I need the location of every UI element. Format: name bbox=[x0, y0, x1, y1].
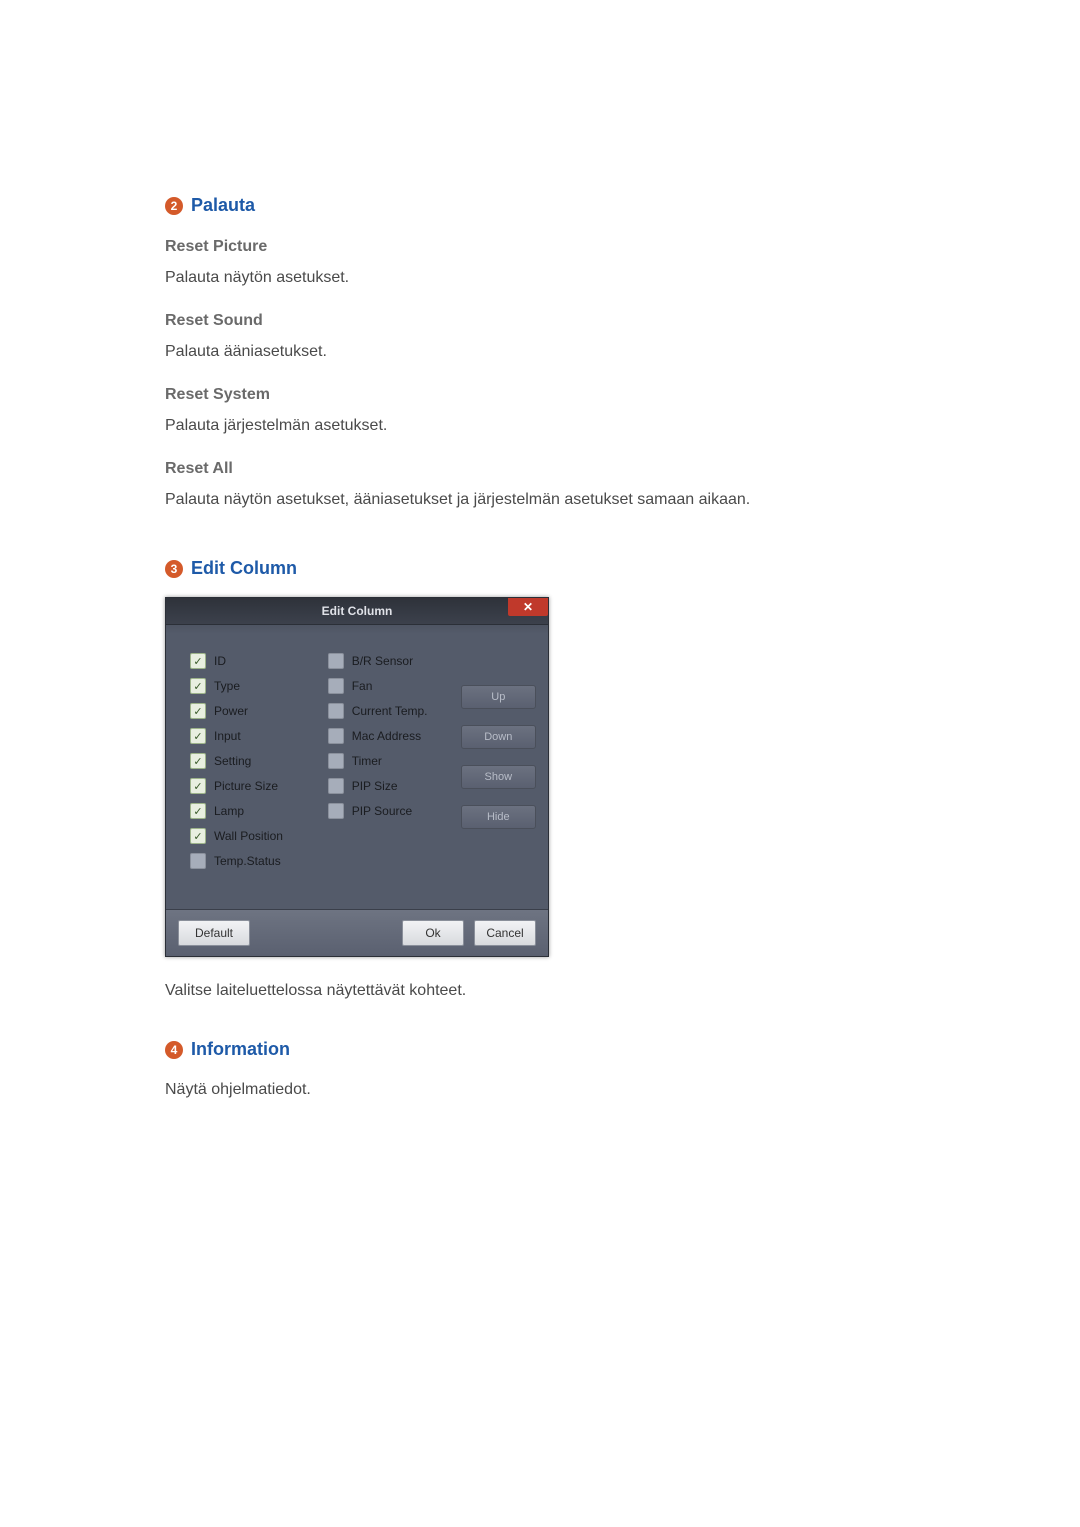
checkbox-icon[interactable]: ✓ bbox=[190, 753, 206, 769]
badge-icon: 3 bbox=[165, 560, 183, 578]
checkbox-label: Mac Address bbox=[352, 729, 421, 743]
cancel-button[interactable]: Cancel bbox=[474, 920, 536, 946]
checkbox-label: Temp.Status bbox=[214, 854, 281, 868]
dialog-title: Edit Column bbox=[322, 604, 393, 618]
up-button[interactable]: Up bbox=[461, 685, 536, 709]
section-title: Edit Column bbox=[191, 558, 297, 579]
checkbox-row[interactable]: ✓ ID bbox=[190, 653, 316, 669]
section-title: Information bbox=[191, 1039, 290, 1060]
checkbox-icon[interactable] bbox=[328, 678, 344, 694]
checkbox-label: Lamp bbox=[214, 804, 244, 818]
checkbox-label: Type bbox=[214, 679, 240, 693]
checkbox-row[interactable]: PIP Source bbox=[328, 803, 449, 819]
checkbox-row[interactable]: ✓ Lamp bbox=[190, 803, 316, 819]
down-button[interactable]: Down bbox=[461, 725, 536, 749]
checkbox-row[interactable]: ✓ Power bbox=[190, 703, 316, 719]
body-text: Palauta järjestelmän asetukset. bbox=[165, 414, 920, 438]
checkbox-icon[interactable] bbox=[328, 753, 344, 769]
checkbox-icon[interactable]: ✓ bbox=[190, 803, 206, 819]
checkbox-row[interactable]: Current Temp. bbox=[328, 703, 449, 719]
sub-heading: Reset All bbox=[165, 460, 920, 478]
column-mid: B/R Sensor Fan Current Temp. Mac Address Tim… bbox=[328, 653, 449, 869]
column-left: ✓ ID ✓ Type ✓ Power ✓ Input ✓ Setting ✓ Picture Siz… bbox=[190, 653, 316, 869]
checkbox-row[interactable]: PIP Size bbox=[328, 778, 449, 794]
checkbox-label: Picture Size bbox=[214, 779, 278, 793]
ok-button[interactable]: Ok bbox=[402, 920, 464, 946]
checkbox-row[interactable]: ✓ Input bbox=[190, 728, 316, 744]
checkbox-icon[interactable] bbox=[190, 853, 206, 869]
section-heading-edit-column: 3 Edit Column bbox=[165, 558, 920, 579]
checkbox-icon[interactable] bbox=[328, 703, 344, 719]
checkbox-icon[interactable]: ✓ bbox=[190, 778, 206, 794]
column-right: Up Down Show Hide bbox=[461, 653, 536, 869]
hide-button[interactable]: Hide bbox=[461, 805, 536, 829]
checkbox-icon[interactable]: ✓ bbox=[190, 703, 206, 719]
checkbox-row[interactable]: Fan bbox=[328, 678, 449, 694]
checkbox-label: B/R Sensor bbox=[352, 654, 413, 668]
sub-heading: Reset System bbox=[165, 386, 920, 404]
checkbox-row[interactable]: Temp.Status bbox=[190, 853, 316, 869]
checkbox-label: PIP Size bbox=[352, 779, 398, 793]
default-button[interactable]: Default bbox=[178, 920, 250, 946]
dialog-titlebar: Edit Column ✕ bbox=[166, 598, 548, 625]
section-title: Palauta bbox=[191, 195, 255, 216]
dialog-body: ✓ ID ✓ Type ✓ Power ✓ Input ✓ Setting ✓ Picture Siz… bbox=[166, 625, 548, 909]
checkbox-label: Input bbox=[214, 729, 241, 743]
checkbox-label: ID bbox=[214, 654, 226, 668]
close-icon: ✕ bbox=[523, 600, 533, 614]
checkbox-row[interactable]: ✓ Setting bbox=[190, 753, 316, 769]
checkbox-label: Current Temp. bbox=[352, 704, 428, 718]
checkbox-label: Power bbox=[214, 704, 248, 718]
checkbox-row[interactable]: ✓ Type bbox=[190, 678, 316, 694]
checkbox-icon[interactable] bbox=[328, 778, 344, 794]
checkbox-label: Wall Position bbox=[214, 829, 283, 843]
body-text: Palauta näytön asetukset. bbox=[165, 266, 920, 290]
checkbox-icon[interactable]: ✓ bbox=[190, 828, 206, 844]
edit-column-dialog: Edit Column ✕ ✓ ID ✓ Type ✓ Power ✓ Input ✓ Setti… bbox=[165, 597, 549, 957]
checkbox-row[interactable]: B/R Sensor bbox=[328, 653, 449, 669]
checkbox-label: Timer bbox=[352, 754, 382, 768]
checkbox-row[interactable]: Timer bbox=[328, 753, 449, 769]
body-text: Palauta näytön asetukset, ääniasetukset … bbox=[165, 488, 920, 512]
checkbox-label: Setting bbox=[214, 754, 251, 768]
dialog-footer: Default Ok Cancel bbox=[166, 909, 548, 956]
badge-icon: 2 bbox=[165, 197, 183, 215]
checkbox-row[interactable]: ✓ Wall Position bbox=[190, 828, 316, 844]
document-page: 2 Palauta Reset Picture Palauta näytön a… bbox=[0, 0, 1080, 1527]
checkbox-icon[interactable] bbox=[328, 653, 344, 669]
sub-heading: Reset Picture bbox=[165, 238, 920, 256]
body-text: Palauta ääniasetukset. bbox=[165, 340, 920, 364]
checkbox-label: PIP Source bbox=[352, 804, 412, 818]
checkbox-row[interactable]: ✓ Picture Size bbox=[190, 778, 316, 794]
checkbox-row[interactable]: Mac Address bbox=[328, 728, 449, 744]
body-text: Näytä ohjelmatiedot. bbox=[165, 1078, 920, 1102]
checkbox-icon[interactable]: ✓ bbox=[190, 678, 206, 694]
checkbox-icon[interactable]: ✓ bbox=[190, 653, 206, 669]
section-heading-information: 4 Information bbox=[165, 1039, 920, 1060]
show-button[interactable]: Show bbox=[461, 765, 536, 789]
sub-heading: Reset Sound bbox=[165, 312, 920, 330]
checkbox-icon[interactable] bbox=[328, 803, 344, 819]
close-button[interactable]: ✕ bbox=[508, 598, 548, 616]
section-heading-palauta: 2 Palauta bbox=[165, 195, 920, 216]
checkbox-label: Fan bbox=[352, 679, 373, 693]
checkbox-icon[interactable] bbox=[328, 728, 344, 744]
body-text: Valitse laiteluettelossa näytettävät koh… bbox=[165, 979, 920, 1003]
checkbox-icon[interactable]: ✓ bbox=[190, 728, 206, 744]
badge-icon: 4 bbox=[165, 1041, 183, 1059]
